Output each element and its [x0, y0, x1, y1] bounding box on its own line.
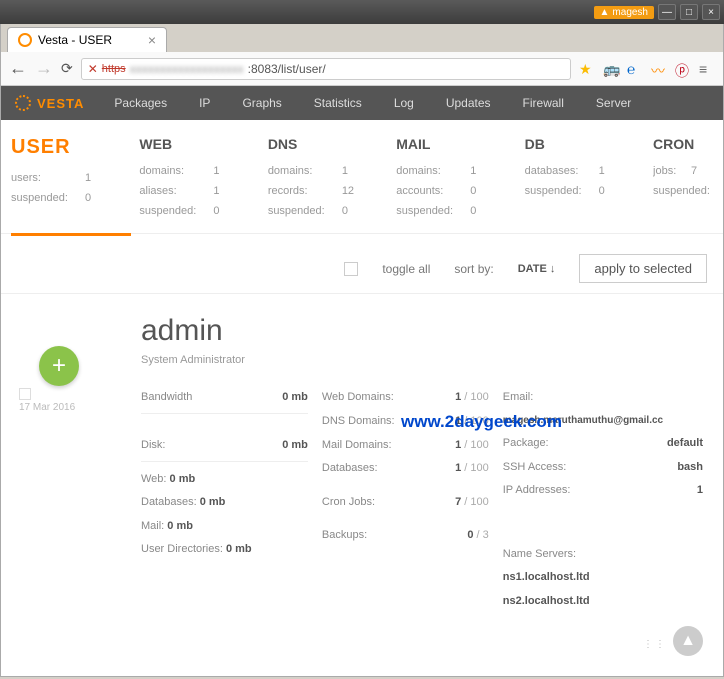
- os-user-badge: ▲ magesh: [594, 6, 654, 19]
- entry-date: 17 Mar 2016: [19, 388, 75, 413]
- user-name[interactable]: admin: [141, 314, 703, 348]
- drag-handle-icon: ⋮⋮: [643, 639, 667, 650]
- ssl-warning-icon: ✕: [88, 62, 98, 76]
- pinterest-icon[interactable]: ⓟ: [675, 61, 691, 77]
- url-host-blurred: xxxxxxxxxxxxxxxxxxx: [130, 62, 244, 76]
- page-content: VESTA Packages IP Graphs Statistics Log …: [1, 86, 723, 676]
- extension-icon-1[interactable]: 🚌: [603, 61, 619, 77]
- scroll-top-button[interactable]: ▲: [673, 626, 703, 656]
- browser-tab[interactable]: Vesta - USER ×: [7, 27, 167, 52]
- browser-menu-icon[interactable]: ≡: [699, 61, 715, 77]
- nav-updates[interactable]: Updates: [430, 96, 507, 110]
- back-button[interactable]: ←: [9, 58, 27, 79]
- url-path: :8083/list/user/: [248, 62, 326, 76]
- brand-logo[interactable]: VESTA: [1, 95, 98, 111]
- extension-icon-2[interactable]: ℮: [627, 61, 643, 77]
- forward-button[interactable]: →: [35, 58, 53, 79]
- nav-statistics[interactable]: Statistics: [298, 96, 378, 110]
- browser-toolbar: ← → ⟳ ✕ https xxxxxxxxxxxxxxxxxxx :8083/…: [1, 52, 723, 86]
- tab-strip: Vesta - USER ×: [1, 24, 723, 52]
- os-titlebar: ▲ magesh — □ ×: [0, 0, 724, 24]
- user-card: admin System Administrator Bandwidth0 mb…: [141, 294, 703, 613]
- sort-field[interactable]: DATE ↓: [518, 263, 556, 275]
- maximize-button[interactable]: □: [680, 4, 698, 20]
- stats-user[interactable]: USER users:1 suspended:0: [11, 136, 139, 221]
- nav-ip[interactable]: IP: [183, 96, 226, 110]
- stats-strip: USER users:1 suspended:0 WEB domains:1 a…: [1, 120, 723, 234]
- nav-graphs[interactable]: Graphs: [226, 96, 297, 110]
- nav-packages[interactable]: Packages: [98, 96, 183, 110]
- nav-server[interactable]: Server: [580, 96, 647, 110]
- stats-db[interactable]: DB databases:1 suspended:0: [525, 136, 653, 221]
- details-left: Bandwidth0 mb Disk:0 mb Web: 0 mb Databa…: [141, 386, 308, 613]
- stats-web[interactable]: WEB domains:1 aliases:1 suspended:0: [139, 136, 267, 221]
- url-scheme: https: [102, 63, 126, 75]
- top-nav: VESTA Packages IP Graphs Statistics Log …: [1, 86, 723, 120]
- favicon-icon: [18, 33, 32, 47]
- watermark-text: www.2daygeek.com: [401, 412, 562, 432]
- tab-close-icon[interactable]: ×: [148, 32, 156, 48]
- tab-title: Vesta - USER: [38, 33, 112, 47]
- nav-firewall[interactable]: Firewall: [507, 96, 580, 110]
- user-role: System Administrator: [141, 354, 703, 366]
- close-window-button[interactable]: ×: [702, 4, 720, 20]
- toggle-all-label: toggle all: [382, 262, 430, 276]
- stats-dns[interactable]: DNS domains:1 records:12 suspended:0: [268, 136, 396, 221]
- add-user-button[interactable]: +: [39, 346, 79, 386]
- bookmark-star-icon[interactable]: ★: [579, 61, 595, 77]
- date-checkbox[interactable]: [19, 388, 31, 400]
- toggle-all-checkbox[interactable]: [344, 262, 358, 276]
- reload-button[interactable]: ⟳: [61, 60, 73, 77]
- url-bar[interactable]: ✕ https xxxxxxxxxxxxxxxxxxx :8083/list/u…: [81, 58, 571, 80]
- apply-selected-button[interactable]: apply to selected: [579, 254, 707, 283]
- minimize-button[interactable]: —: [658, 4, 676, 20]
- extension-icon-3[interactable]: 〰: [651, 61, 667, 77]
- browser-window: Vesta - USER × ← → ⟳ ✕ https xxxxxxxxxxx…: [0, 24, 724, 677]
- sort-by-label: sort by:: [454, 262, 493, 276]
- nav-log[interactable]: Log: [378, 96, 430, 110]
- stats-mail[interactable]: MAIL domains:1 accounts:0 suspended:0: [396, 136, 524, 221]
- list-controls: toggle all sort by: DATE ↓ apply to sele…: [1, 236, 723, 294]
- stats-cron[interactable]: CRON jobs:7 suspended:: [653, 136, 713, 221]
- brand-ring-icon: [15, 95, 31, 111]
